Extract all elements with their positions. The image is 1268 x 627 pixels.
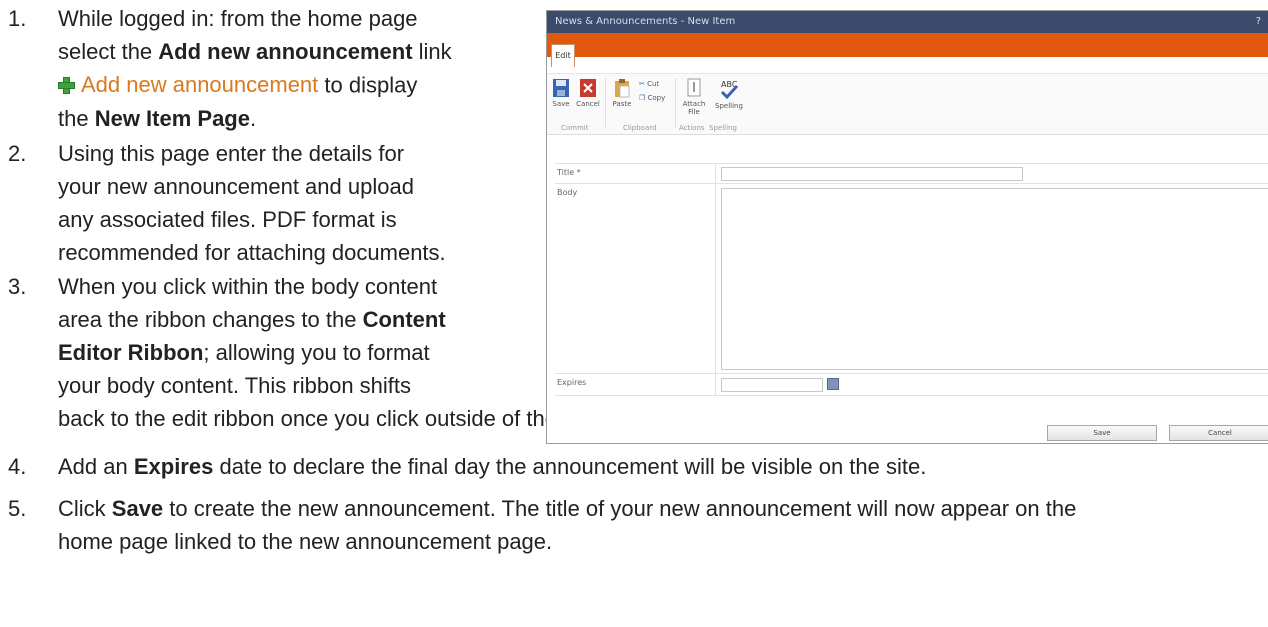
step-4-line-1: Add an Expires date to declare the final… xyxy=(58,454,927,479)
step-2-line-4: recommended for attaching documents. xyxy=(58,240,446,265)
window-titlebar: News & Announcements - New Item ? xyxy=(547,11,1268,33)
step-1-line-4: the New Item Page. xyxy=(58,105,257,131)
save-icon xyxy=(553,79,569,97)
add-new-announcement-link[interactable]: Add new announcement xyxy=(58,68,318,101)
group-commit-label: Commit xyxy=(561,124,589,132)
step-1-line-3: Add new announcement to display xyxy=(58,68,538,102)
step-number: 3. xyxy=(8,274,27,299)
group-clipboard-label: Clipboard xyxy=(623,124,657,132)
step-number: 2. xyxy=(8,141,27,166)
step-1-line-2: select the Add new announcement link xyxy=(58,39,452,64)
ribbon-save-button[interactable]: Save xyxy=(549,78,573,108)
copy-icon: ❐ xyxy=(639,94,646,102)
cut-icon: ✂ xyxy=(639,80,645,88)
title-label: Title * xyxy=(557,168,581,177)
form-save-button[interactable]: Save xyxy=(1047,425,1157,441)
ribbon-spelling-button[interactable]: ABC Spelling xyxy=(713,78,745,110)
step-5-line-1: Click Save to create the new announcemen… xyxy=(58,496,1077,521)
group-actions-label: Actions xyxy=(679,124,705,132)
ribbon-tab-row: Edit xyxy=(547,44,1268,74)
ribbon-cut-button[interactable]: ✂ Cut xyxy=(639,80,669,88)
paste-icon xyxy=(615,79,630,98)
ribbon-copy-button[interactable]: ❐ Copy xyxy=(639,94,671,102)
calendar-icon[interactable] xyxy=(827,378,839,390)
expires-row: Expires xyxy=(555,373,1268,396)
step-1-line-1: While logged in: from the home page xyxy=(58,6,418,31)
step-2-line-1: Using this page enter the details for xyxy=(58,141,405,166)
attach-file-icon xyxy=(687,78,701,97)
edit-ribbon: Save Cancel Paste ✂ Cut ❐ Copy Attach Fi… xyxy=(547,74,1268,135)
step-number: 5. xyxy=(8,496,27,521)
ribbon-attach-file-button[interactable]: Attach File xyxy=(679,78,709,116)
step-number: 1. xyxy=(8,6,27,31)
add-plus-icon xyxy=(58,76,75,94)
help-icon[interactable]: ? xyxy=(1256,11,1261,33)
expires-label: Expires xyxy=(557,378,587,387)
title-input[interactable] xyxy=(721,167,1023,181)
cancel-icon xyxy=(580,79,596,97)
spelling-icon: ABC xyxy=(720,80,739,100)
ribbon-cancel-button[interactable]: Cancel xyxy=(575,78,601,108)
form-cancel-button[interactable]: Cancel xyxy=(1169,425,1268,441)
group-spelling-label: Spelling xyxy=(709,124,737,132)
ribbon-paste-button[interactable]: Paste xyxy=(609,78,635,108)
body-editor[interactable] xyxy=(721,188,1268,370)
step-number: 4. xyxy=(8,454,27,479)
window-title: News & Announcements - New Item xyxy=(555,16,736,27)
step-5-line-2: home page linked to the new announcement… xyxy=(58,529,553,554)
tab-edit[interactable]: Edit xyxy=(551,44,575,67)
body-label: Body xyxy=(557,188,578,197)
ribbon-band xyxy=(547,33,1268,57)
expires-date-input[interactable] xyxy=(721,378,823,392)
title-row: Title * xyxy=(555,163,1268,184)
step-2-line-2: your new announcement and upload xyxy=(58,174,414,199)
step-2-line-3: any associated files. PDF format is xyxy=(58,207,397,232)
body-row: Body xyxy=(555,183,1268,374)
new-item-screenshot: News & Announcements - New Item ? Edit S… xyxy=(546,10,1268,444)
